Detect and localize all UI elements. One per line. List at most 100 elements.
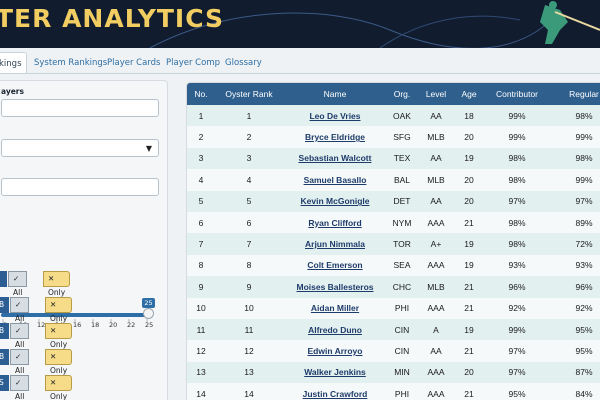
table-row: 14 14 Justin Crawford PHI AAA 21 95% 84% <box>187 383 600 400</box>
cell-name[interactable]: Edwin Arroyo <box>283 340 387 361</box>
cell-org: SEA <box>393 260 411 271</box>
cell-no: 4 <box>198 174 204 185</box>
cell-regular: 96% <box>575 281 593 292</box>
cell-name[interactable]: Leo De Vries <box>283 105 387 126</box>
only-toggle-button[interactable]: ✕ Only SS <box>45 375 73 400</box>
table-row: 3 3 Sebastian Walcott TEX AA 19 98% 98% <box>187 147 600 170</box>
column-header-name[interactable]: Name <box>283 83 387 105</box>
cell-name[interactable]: Arjun Nimmala <box>283 233 387 254</box>
cell-name[interactable]: Justin Crawford <box>283 383 387 400</box>
cell-name[interactable]: Alfredo Duno <box>283 319 387 340</box>
column-header-level[interactable]: Level <box>417 83 455 105</box>
cell-name[interactable]: Samuel Basallo <box>283 169 387 190</box>
all-toggle-button[interactable]: ✓ All <box>10 375 30 400</box>
cell-name[interactable]: Walker Jenkins <box>283 362 387 383</box>
table-row: 10 10 Aidan Miller PHI AAA 21 92% 92% <box>187 297 600 319</box>
cell-level: MLB <box>427 132 445 143</box>
table-row: 1 1 Leo De Vries OAK AA 18 99% 98% <box>187 105 600 127</box>
cell-contributor: 97% <box>508 345 526 356</box>
only-toggle-button[interactable]: ✕ Only 2B <box>45 323 73 363</box>
cell-contributor: 92% <box>508 303 526 314</box>
filter-select[interactable]: ▼ <box>1 139 159 157</box>
cell-oyster-rank: 6 <box>246 217 252 228</box>
cell-name[interactable]: Sebastian Walcott <box>283 148 387 169</box>
cell-oyster-rank: 7 <box>246 239 252 250</box>
cell-org: CHC <box>392 281 412 292</box>
position-tag: S <box>0 375 9 391</box>
cell-oyster-rank: 14 <box>244 388 254 399</box>
cell-level: AAA <box>427 217 445 228</box>
column-header-org[interactable]: Org. <box>387 83 417 105</box>
tab-system-rankings[interactable]: System Rankings <box>34 52 107 74</box>
table-row: 6 6 Ryan Clifford NYM AAA 21 98% 89% <box>187 211 600 234</box>
cell-no: 3 <box>198 153 204 164</box>
cell-age: 21 <box>464 388 474 399</box>
all-toggle-button[interactable]: ✓ All <box>10 297 30 323</box>
player-search-input[interactable] <box>1 99 159 117</box>
column-header-no[interactable]: No. <box>187 83 215 105</box>
column-header-oyster-rank[interactable]: Oyster Rank <box>215 83 283 105</box>
all-toggle-button[interactable]: ✓ All <box>8 271 28 297</box>
all-toggle-button[interactable]: ✓ All <box>10 323 30 349</box>
cell-no: 5 <box>198 196 204 207</box>
cell-level: AAA <box>427 388 445 399</box>
cell-org: MIN <box>394 367 410 378</box>
cell-no: 10 <box>196 303 206 314</box>
only-toggle-button[interactable]: ✕ Only 3B <box>45 349 73 389</box>
age-slider-handle[interactable] <box>143 308 154 319</box>
table-row: 11 11 Alfredo Duno CIN A 19 99% 95% <box>187 318 600 341</box>
cell-org: PHI <box>394 388 410 399</box>
tab-player-cards[interactable]: Player Cards <box>107 52 160 74</box>
column-header-contributor[interactable]: Contributor <box>483 83 551 105</box>
cell-regular: 72% <box>575 239 593 250</box>
column-header-age[interactable]: Age <box>455 83 483 105</box>
only-toggle-button[interactable]: ✕ Only C <box>43 271 71 311</box>
cell-oyster-rank: 3 <box>246 153 252 164</box>
app-header: TER ANALYTICS <box>0 0 600 48</box>
column-header-regular[interactable]: Regular <box>551 83 600 105</box>
cell-oyster-rank: 1 <box>246 110 252 121</box>
rankings-table: No. Oyster Rank Name Org. Level Age Cont… <box>187 83 600 400</box>
position-tag: B <box>0 349 9 365</box>
cell-name[interactable]: Bryce Eldridge <box>283 126 387 147</box>
cell-name[interactable]: Kevin McGonigle <box>283 191 387 212</box>
all-toggle-button[interactable]: ✓ All <box>10 349 30 375</box>
table-body: 1 1 Leo De Vries OAK AA 18 99% 98% 2 2 Bryce Eldri… <box>187 105 600 400</box>
cell-name[interactable]: Ryan Clifford <box>283 212 387 233</box>
position-tag <box>0 271 7 287</box>
table-row: 4 4 Samuel Basallo BAL MLB 20 98% 99% <box>187 169 600 191</box>
tab-player-comp[interactable]: Player Comp <box>166 52 220 74</box>
cell-name[interactable]: Colt Emerson <box>283 255 387 276</box>
cell-contributor: 95% <box>508 388 526 399</box>
cell-regular: 89% <box>575 217 593 228</box>
tick-label: 20 <box>109 321 118 329</box>
table-row: 12 12 Edwin Arroyo CIN AA 21 97% 95% <box>187 340 600 362</box>
cell-age: 19 <box>464 324 474 335</box>
cell-org: TOR <box>393 239 411 250</box>
cell-oyster-rank: 4 <box>246 174 252 185</box>
cell-name[interactable]: Moises Ballesteros <box>283 276 387 297</box>
filter-input[interactable] <box>1 178 159 196</box>
only-toggle-button[interactable]: ✕ Only 1B <box>45 297 73 337</box>
table-row: 13 13 Walker Jenkins MIN AAA 20 97% 87% <box>187 361 600 384</box>
tick-label: 25 <box>145 321 154 329</box>
cell-regular: 95% <box>575 345 593 356</box>
cell-age: 21 <box>464 217 474 228</box>
tab-glossary[interactable]: Glossary <box>225 52 262 74</box>
tab-rankings[interactable]: kings <box>0 52 27 74</box>
cell-level: AA <box>430 345 442 356</box>
players-label: ayers <box>1 87 24 96</box>
tick-label: 18 <box>91 321 100 329</box>
caret-down-icon: ▼ <box>145 144 152 153</box>
cell-no: 1 <box>198 110 204 121</box>
table-row: 9 9 Moises Ballesteros CHC MLB 21 96% 96% <box>187 276 600 298</box>
cell-level: A+ <box>430 239 442 250</box>
cell-contributor: 96% <box>508 281 526 292</box>
table-row: 5 5 Kevin McGonigle DET AA 20 97% 97% <box>187 190 600 212</box>
cell-level: A <box>433 324 439 335</box>
cell-age: 20 <box>464 132 474 143</box>
cell-regular: 99% <box>575 132 593 143</box>
cell-oyster-rank: 9 <box>246 281 252 292</box>
tick-label: 16 <box>73 321 82 329</box>
cell-name[interactable]: Aidan Miller <box>283 298 387 319</box>
